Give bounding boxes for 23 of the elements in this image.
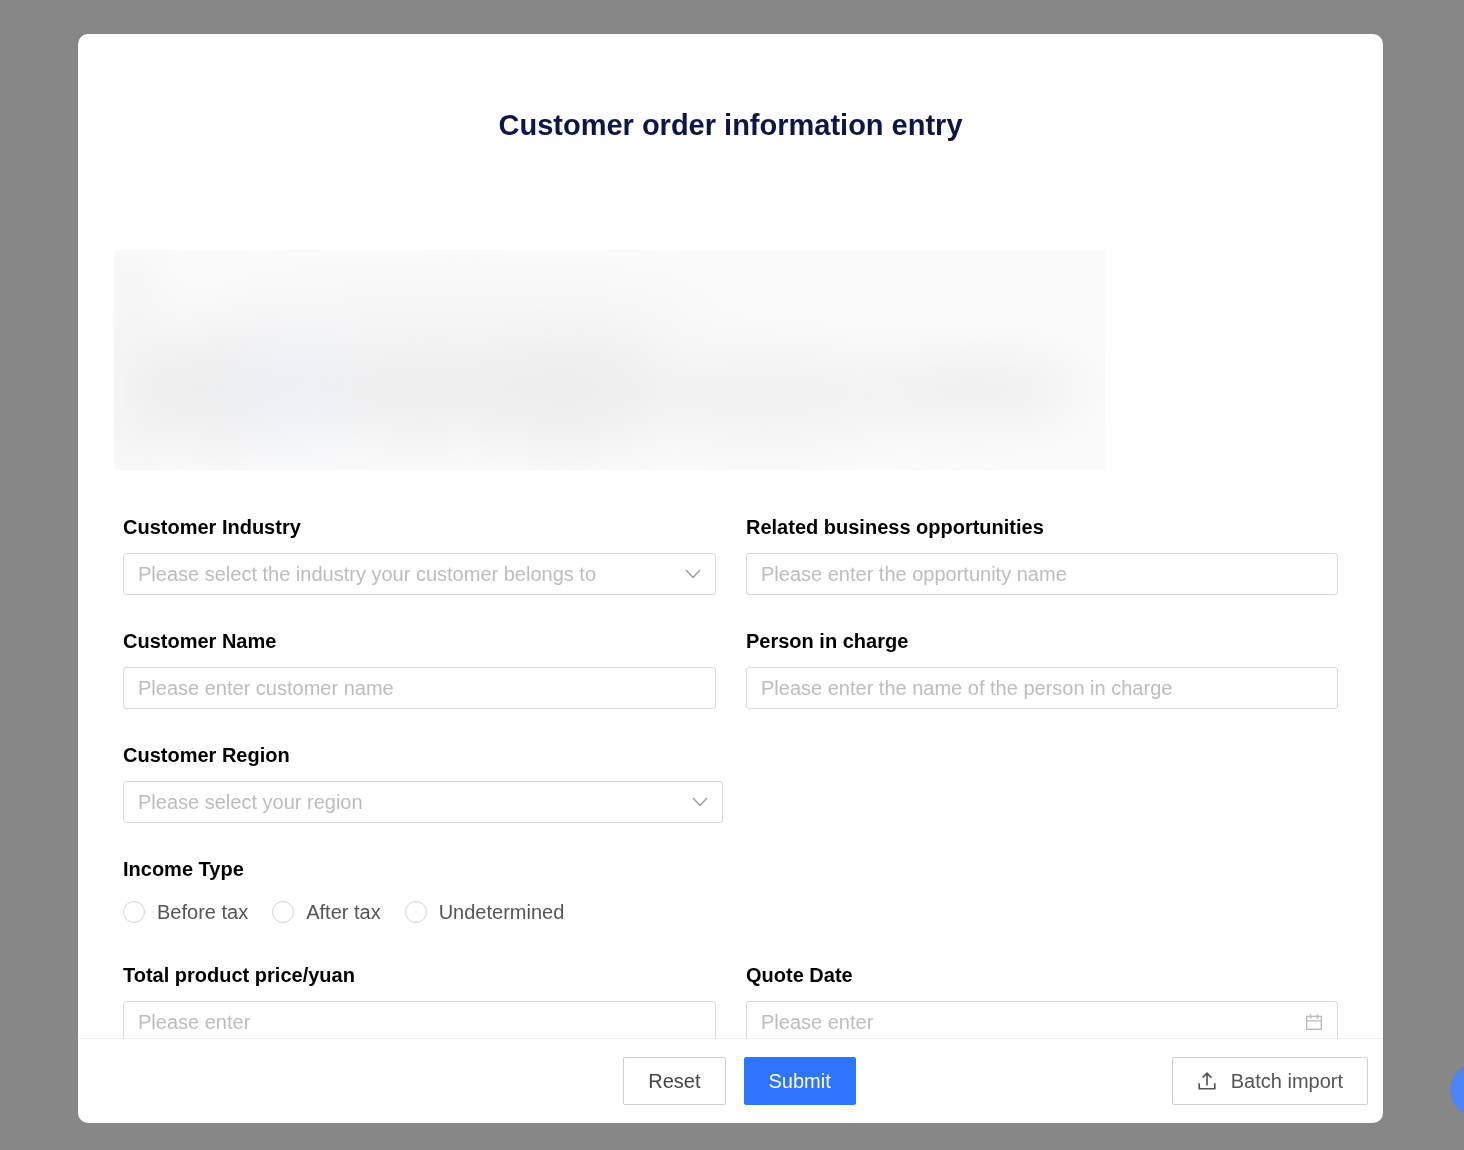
field-label: Total product price/yuan bbox=[123, 963, 356, 987]
calendar-icon bbox=[1305, 1013, 1323, 1031]
input-field[interactable]: Please enter customer name bbox=[123, 667, 716, 709]
submit-button[interactable]: Submit bbox=[743, 1057, 856, 1105]
upload-icon bbox=[1196, 1071, 1217, 1091]
radio-option[interactable]: After tax bbox=[272, 900, 381, 924]
chevron-down-icon bbox=[692, 797, 708, 807]
field-label: Related business opportunities bbox=[746, 515, 1045, 539]
input-field[interactable]: Please enter the opportunity name bbox=[746, 553, 1338, 595]
field-label: Person in charge bbox=[746, 629, 910, 653]
field-label: Income Type bbox=[123, 857, 245, 881]
reset-button[interactable]: Reset bbox=[623, 1057, 726, 1105]
field-label: Customer Region bbox=[123, 743, 291, 767]
chevron-down-icon bbox=[685, 569, 701, 579]
field-label: Quote Date bbox=[746, 963, 854, 987]
input-field[interactable]: Please enter the name of the person in charge bbox=[746, 667, 1338, 709]
field-label: Customer Industry bbox=[123, 515, 302, 539]
input-field[interactable]: Please enter bbox=[123, 1001, 716, 1038]
import-button[interactable]: Batch import bbox=[1171, 1057, 1368, 1105]
dialog-title: Customer order information entry bbox=[497, 108, 964, 142]
field-label: Customer Name bbox=[123, 629, 278, 653]
radio-option[interactable]: Undetermined bbox=[404, 900, 565, 924]
radio-option[interactable]: Before tax bbox=[123, 900, 249, 924]
